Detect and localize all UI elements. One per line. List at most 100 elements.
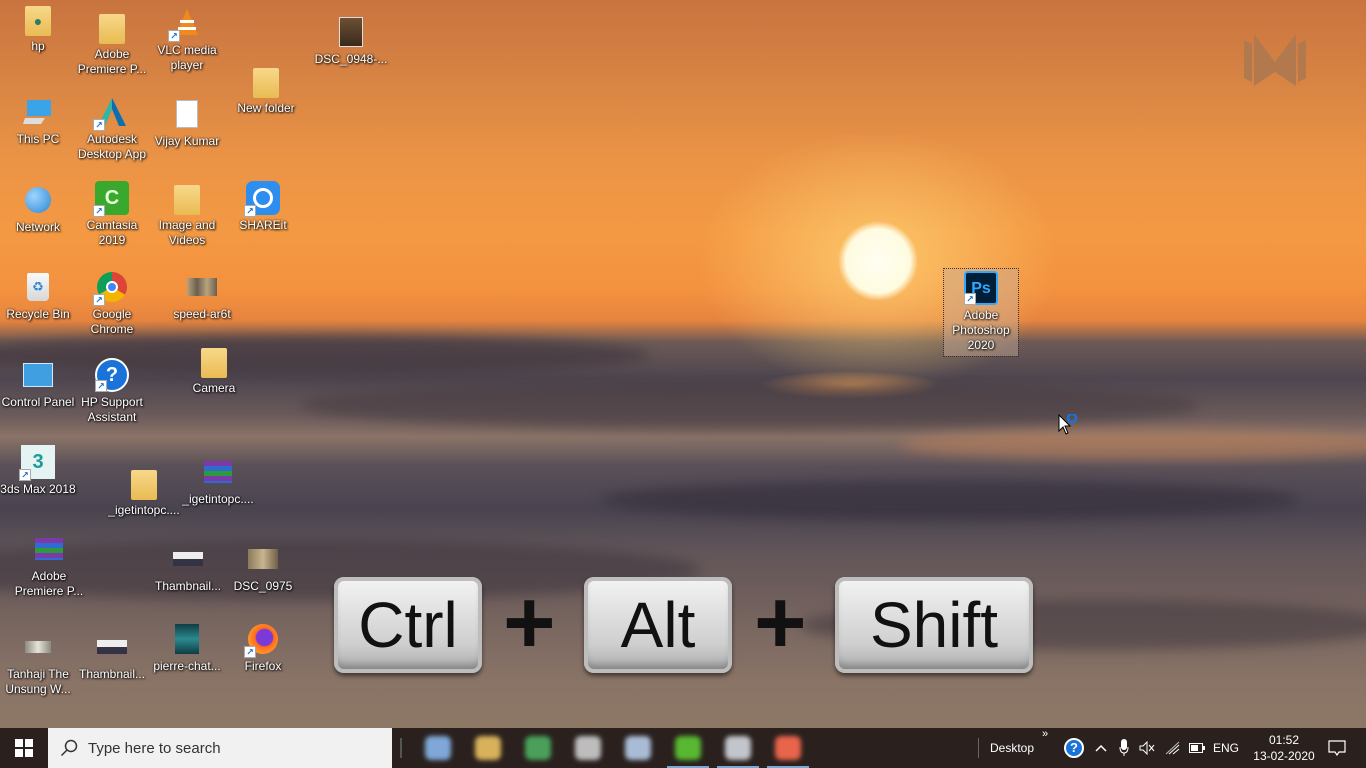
desktop-icon-new-folder[interactable]: New folder [228, 68, 304, 116]
taskbar-app-app-8[interactable] [764, 728, 812, 768]
taskbar-app-camtasia[interactable] [664, 728, 712, 768]
shortcut-arrow-icon: ↗ [93, 294, 105, 306]
desktop-icon-camtasia[interactable]: C ↗ Camtasia 2019 [74, 181, 150, 248]
hp-support-tray-icon[interactable]: ? [1062, 728, 1086, 768]
taskbar-app-google-chrome[interactable] [514, 728, 562, 768]
microphone-icon[interactable] [1116, 728, 1132, 768]
key-ctrl: Ctrl [334, 577, 482, 673]
action-center-button[interactable] [1320, 728, 1354, 768]
shortcut-arrow-icon: ↗ [93, 119, 105, 131]
taskbar-app-app-1[interactable] [414, 728, 462, 768]
plus-sign: + [754, 573, 807, 673]
app-7-icon [725, 736, 751, 760]
desktop-icon-3ds-max-2018[interactable]: 3 ↗ 3ds Max 2018 [0, 445, 76, 497]
computer-icon [21, 95, 55, 129]
taskbar-app-app-7[interactable] [714, 728, 762, 768]
desktop-icon-thambnail-1[interactable]: Thambnail... [150, 542, 226, 594]
wallpaper-wave [900, 430, 1366, 460]
desktop-icon-pierre-chat[interactable]: pierre-chat... [149, 622, 225, 674]
app-1-icon [425, 736, 451, 760]
key-alt: Alt [584, 577, 732, 673]
image-file-icon [246, 542, 280, 576]
desktop-toolbar[interactable]: Desktop [984, 728, 1040, 768]
toolbar-expand-button[interactable]: » [1038, 728, 1052, 750]
desktop-icon-dsc-0975[interactable]: DSC_0975 [225, 542, 301, 594]
desktop-icon-this-pc[interactable]: This PC [0, 95, 76, 147]
desktop-icon-recycle-bin[interactable]: ♻ Recycle Bin [0, 270, 76, 322]
language-indicator[interactable]: ENG [1210, 728, 1242, 768]
desktop-icon-hp[interactable]: ● hp [0, 6, 76, 54]
recycle-bin-icon: ♻ [21, 270, 55, 304]
desktop-icon-dsc-0948[interactable]: DSC_0948-... [313, 15, 389, 67]
control-panel-icon [21, 358, 55, 392]
desktop-icon-camera[interactable]: Camera [176, 348, 252, 396]
image-file-icon [185, 270, 219, 304]
clock[interactable]: 01:52 13-02-2020 [1250, 728, 1318, 768]
start-button[interactable] [0, 728, 48, 768]
mouse-cursor-icon [1058, 412, 1082, 443]
shortcut-arrow-icon: ↗ [93, 205, 105, 217]
channel-logo-icon [1242, 32, 1308, 88]
taskbar-app-app-5[interactable] [614, 728, 662, 768]
desktop-icon-vijay-kumar[interactable]: Vijay Kumar [149, 97, 225, 149]
volume-muted-icon[interactable] [1138, 728, 1156, 768]
desktop-icon-igetintopc-folder[interactable]: _igetintopc.... [106, 470, 182, 518]
desktop-icon-hp-support-assistant[interactable]: ? ↗ HP Support Assistant [74, 358, 150, 425]
image-file-icon [170, 622, 204, 656]
camtasia-icon: C ↗ [93, 181, 129, 217]
google-chrome-icon [525, 736, 551, 760]
desktop-icon-adobe-premiere-folder[interactable]: Adobe Premiere P... [74, 14, 150, 77]
shortcut-arrow-icon: ↗ [964, 293, 976, 305]
search-input[interactable]: Type here to search [48, 728, 392, 768]
video-file-icon [21, 630, 55, 664]
search-icon [60, 739, 78, 757]
taskbar-divider [400, 738, 402, 758]
desktop-icon-network[interactable]: Network [0, 183, 76, 235]
folder-icon [253, 68, 279, 98]
desktop-icon-google-chrome[interactable]: ↗ Google Chrome [74, 270, 150, 337]
image-file-icon [171, 542, 205, 576]
image-file-icon [334, 15, 368, 49]
vlc-icon: ↗ [168, 6, 204, 42]
windows-start-icon [15, 739, 33, 757]
desktop-icon-shareit[interactable]: ↗ SHAREit [225, 181, 301, 233]
notification-icon [1328, 740, 1346, 756]
wifi-icon[interactable] [1164, 728, 1182, 768]
desktop-icon-tanhaji[interactable]: Tanhaji The Unsung W... [0, 630, 76, 697]
desktop-icon-adobe-premiere-archive[interactable]: Adobe Premiere P... [11, 532, 87, 599]
battery-icon[interactable] [1188, 728, 1206, 768]
winrar-archive-icon [32, 532, 66, 566]
desktop-icon-speed-ar6t[interactable]: speed-ar6t [164, 270, 240, 322]
hp-support-icon: ? ↗ [95, 358, 129, 392]
folder-icon [131, 470, 157, 500]
desktop-icon-igetintopc-archive[interactable]: _igetintopc.... [180, 455, 256, 507]
clock-time: 01:52 [1268, 733, 1300, 747]
folder-icon [174, 185, 200, 215]
app-4-icon [575, 736, 601, 760]
autodesk-icon: ↗ [93, 95, 129, 131]
taskbar-app-file-explorer[interactable] [464, 728, 512, 768]
shortcut-arrow-icon: ↗ [244, 646, 256, 658]
shortcut-arrow-icon: ↗ [95, 380, 107, 392]
camtasia-icon [675, 736, 701, 760]
desktop-icon-thambnail-2[interactable]: Thambnail... [74, 630, 150, 682]
plus-sign: + [503, 573, 556, 673]
taskbar: Type here to search Desktop » ? ENG 01:5… [0, 728, 1366, 768]
user-folder-icon: ● [25, 6, 51, 36]
image-file-icon [95, 630, 129, 664]
show-hidden-icons-button[interactable] [1092, 728, 1110, 768]
desktop-icon-firefox[interactable]: ↗ Firefox [225, 622, 301, 674]
desktop-icon-vlc[interactable]: ↗ VLC media player [149, 6, 225, 73]
desktop-icon-image-and-videos[interactable]: Image and Videos [149, 185, 225, 248]
taskbar-app-app-4[interactable] [564, 728, 612, 768]
winrar-archive-icon [201, 455, 235, 489]
photoshop-icon: Ps ↗ [964, 271, 998, 305]
desktop-icon-control-panel[interactable]: Control Panel [0, 358, 76, 410]
desktop[interactable]: ● hp Adobe Premiere P... ↗ VLC media pla… [0, 0, 1366, 728]
toolbar-divider [978, 738, 979, 758]
shortcut-arrow-icon: ↗ [168, 30, 180, 42]
firefox-icon: ↗ [244, 622, 280, 658]
desktop-icon-adobe-photoshop-2020[interactable]: Ps ↗ Adobe Photoshop 2020 [943, 268, 1019, 357]
document-icon [170, 97, 204, 131]
desktop-icon-autodesk[interactable]: ↗ Autodesk Desktop App [74, 95, 150, 162]
